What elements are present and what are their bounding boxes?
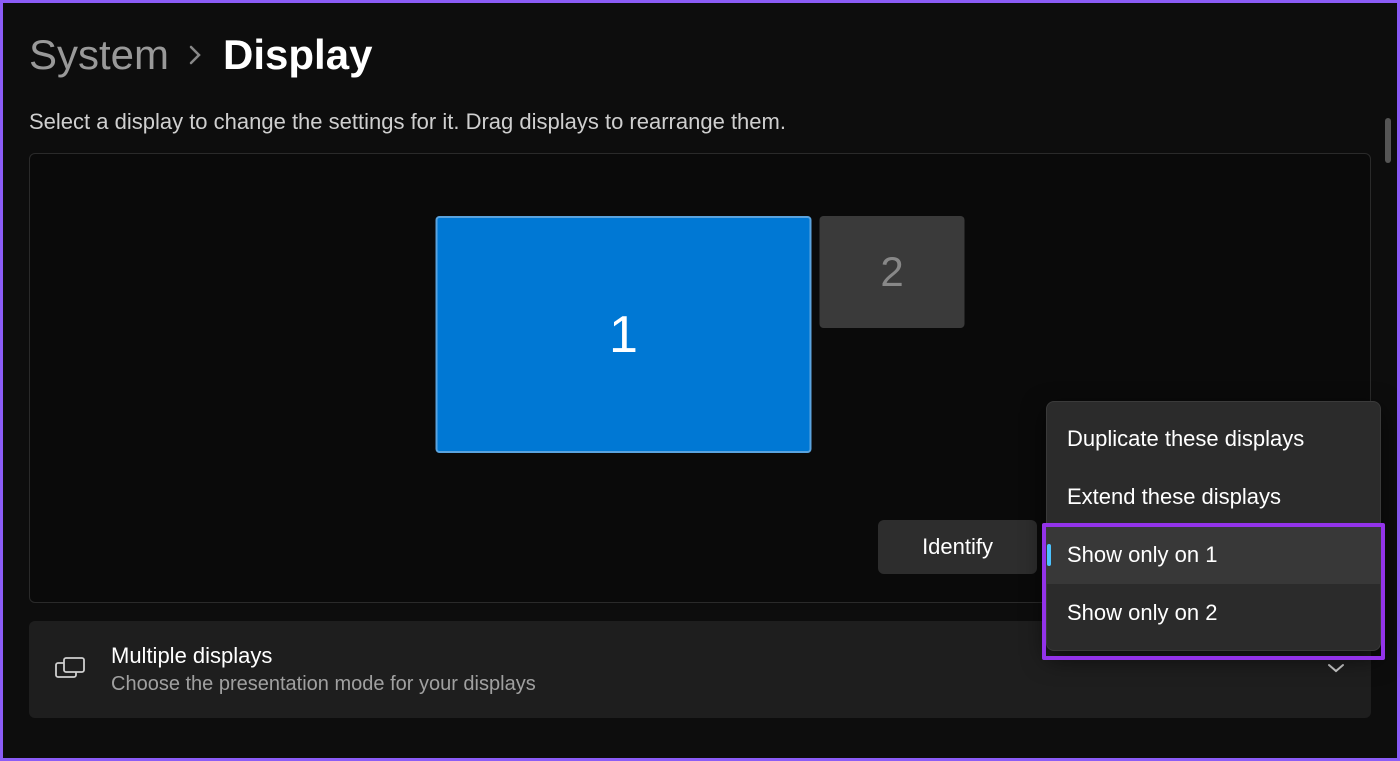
dropdown-item-duplicate[interactable]: Duplicate these displays	[1047, 410, 1380, 468]
displays-icon	[55, 657, 85, 683]
chevron-right-icon	[189, 44, 203, 72]
dropdown-item-show-only-1[interactable]: Show only on 1	[1047, 526, 1380, 584]
dropdown-item-extend[interactable]: Extend these displays	[1047, 468, 1380, 526]
breadcrumb: System Display	[29, 31, 1371, 79]
chevron-down-icon[interactable]	[1327, 661, 1345, 679]
scrollbar[interactable]	[1385, 118, 1391, 163]
multiple-displays-subtitle: Choose the presentation mode for your di…	[111, 673, 1301, 696]
breadcrumb-parent[interactable]: System	[29, 31, 169, 79]
identify-button[interactable]: Identify	[878, 520, 1037, 574]
monitor-1[interactable]: 1	[436, 216, 812, 453]
monitor-2[interactable]: 2	[820, 216, 965, 328]
dropdown-item-show-only-2[interactable]: Show only on 2	[1047, 584, 1380, 642]
instruction-text: Select a display to change the settings …	[29, 109, 1371, 135]
breadcrumb-current: Display	[223, 31, 372, 79]
presentation-mode-dropdown: Duplicate these displays Extend these di…	[1046, 401, 1381, 651]
